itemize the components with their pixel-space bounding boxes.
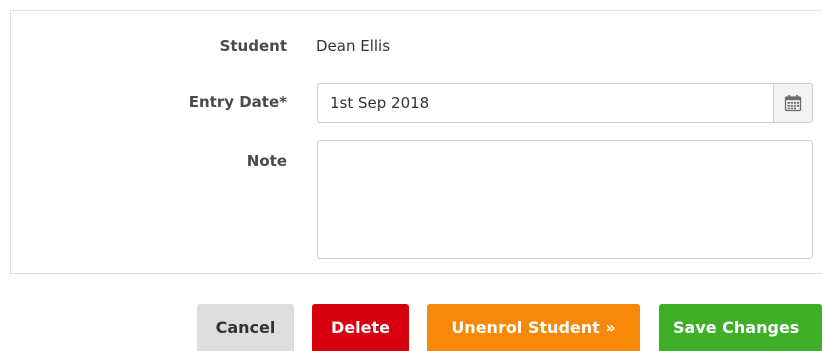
cancel-button[interactable]: Cancel (197, 304, 294, 351)
note-textarea[interactable] (317, 140, 813, 259)
note-label: Note (246, 152, 287, 170)
calendar-icon (784, 95, 802, 112)
unenrol-student-button[interactable]: Unenrol Student » (427, 304, 640, 351)
calendar-picker-button[interactable] (773, 84, 812, 122)
entry-date-field: 1st Sep 2018 (317, 83, 813, 123)
student-name-value: Dean Ellis (316, 37, 391, 55)
entry-date-label: Entry Date* (188, 93, 287, 111)
delete-button[interactable]: Delete (312, 304, 409, 351)
student-label: Student (219, 37, 287, 55)
save-changes-button[interactable]: Save Changes (659, 304, 822, 351)
entry-date-input[interactable]: 1st Sep 2018 (330, 94, 429, 112)
